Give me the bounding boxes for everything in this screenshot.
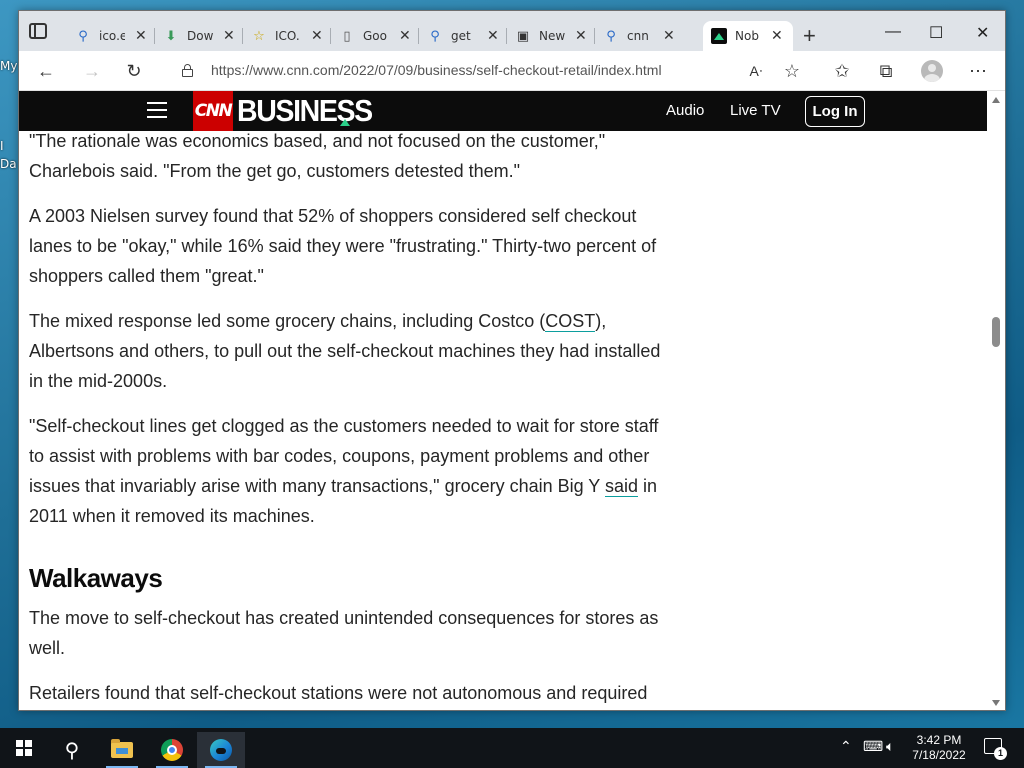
tab-1[interactable]: ⚲ ico.e ✕ <box>67 21 155 51</box>
logo-triangle-icon <box>340 119 350 126</box>
scroll-down-icon[interactable] <box>992 700 1000 706</box>
scroll-up-icon[interactable] <box>992 97 1000 103</box>
system-clock[interactable]: 3:42 PM 7/18/2022 <box>904 733 974 763</box>
document-icon: ▯ <box>343 28 351 44</box>
profile-icon[interactable] <box>921 60 943 82</box>
desktop-icon-label-2[interactable]: I <box>0 139 4 153</box>
web-page: "The rationale was economics based, and … <box>19 91 989 710</box>
tab-label: cnn <box>627 29 649 43</box>
tab-4[interactable]: ▯ Goo ✕ <box>331 21 419 51</box>
paragraph: "The rationale was economics based, and … <box>29 131 606 181</box>
notification-badge: 1 <box>994 747 1007 760</box>
add-favorite-icon[interactable]: ☆ <box>781 60 803 82</box>
nav-live-tv[interactable]: Live TV <box>730 102 781 119</box>
tab-7[interactable]: ⚲ cnn ✕ <box>595 21 683 51</box>
paragraph: Retailers found that self-checkout stati… <box>29 683 648 703</box>
paragraph: The move to self-checkout has created un… <box>29 608 659 658</box>
tab-label: Goo <box>363 29 387 43</box>
tab-label: ICO. <box>275 29 300 43</box>
close-icon[interactable]: ✕ <box>399 28 411 44</box>
close-icon[interactable]: ✕ <box>311 28 323 44</box>
forward-icon[interactable]: → <box>81 60 103 82</box>
page-scrollbar[interactable] <box>987 91 1005 710</box>
stock-link-cost[interactable]: COST <box>545 311 596 332</box>
tab-actions-icon[interactable] <box>29 23 47 39</box>
cnn-logo-text: CNN <box>193 91 233 131</box>
scroll-thumb[interactable] <box>992 317 1000 347</box>
tab-6[interactable]: ▣ New ✕ <box>507 21 595 51</box>
close-icon[interactable]: ✕ <box>663 28 675 44</box>
clock-date: 7/18/2022 <box>912 748 966 762</box>
windows-start-icon[interactable] <box>16 740 32 756</box>
close-window-icon[interactable]: ✕ <box>976 23 989 43</box>
close-icon[interactable]: ✕ <box>771 28 783 44</box>
paragraph: A 2003 Nielsen survey found that 52% of … <box>29 206 657 286</box>
tab-label: get <box>451 29 471 43</box>
desktop-icon-label-3[interactable]: Da <box>0 157 17 171</box>
nav-audio[interactable]: Audio <box>666 102 704 119</box>
section-heading: Walkaways <box>29 563 163 593</box>
new-tab-button[interactable]: + <box>803 25 816 47</box>
cnn-business-icon <box>711 28 727 44</box>
new-tab-icon: ▣ <box>516 28 530 44</box>
close-icon[interactable]: ✕ <box>223 28 235 44</box>
close-icon[interactable]: ✕ <box>135 28 147 44</box>
tab-label: ico.e <box>99 29 125 43</box>
paragraph: The mixed response led some grocery chai… <box>29 311 661 391</box>
search-icon[interactable]: ⚲ <box>48 732 96 768</box>
edge-icon[interactable] <box>197 732 245 768</box>
search-icon: ⚲ <box>606 28 616 44</box>
tab-label: New <box>539 29 565 43</box>
clock-time: 3:42 PM <box>916 733 962 747</box>
maximize-icon[interactable]: ☐ <box>929 23 943 43</box>
favorites-icon[interactable]: ✩ <box>831 60 853 82</box>
paragraph: "Self-checkout lines get clogged as the … <box>29 416 659 526</box>
search-icon: ⚲ <box>78 28 88 44</box>
menu-icon[interactable] <box>147 101 167 119</box>
taskbar: ⚲ ⌃ ⌨ 🔈︎ 3:42 PM 7/18/2022 1 <box>0 728 1024 768</box>
source-link-said[interactable]: said <box>605 476 639 497</box>
collections-icon[interactable]: ⧉ <box>875 60 897 82</box>
volume-icon[interactable]: 🔈︎ <box>886 738 894 755</box>
chrome-icon[interactable] <box>148 732 196 768</box>
tab-5[interactable]: ⚲ get ✕ <box>419 21 507 51</box>
minimize-icon[interactable]: — <box>885 23 901 41</box>
close-icon[interactable]: ✕ <box>575 28 587 44</box>
network-icon[interactable]: ⌨ <box>863 738 883 755</box>
tab-active[interactable]: Nob ✕ <box>703 21 793 51</box>
tab-3[interactable]: ☆ ICO. ✕ <box>243 21 331 51</box>
tab-label: Dow <box>187 29 213 43</box>
more-icon[interactable]: ⋯ <box>967 60 989 82</box>
search-icon: ⚲ <box>430 28 440 44</box>
show-hidden-icons[interactable]: ⌃ <box>840 738 852 755</box>
back-icon[interactable]: ← <box>35 60 57 82</box>
read-aloud-icon[interactable]: Aᐧ <box>745 60 767 82</box>
tab-2[interactable]: ⬇ Dow ✕ <box>155 21 243 51</box>
browser-window: ⚲ ico.e ✕ ⬇ Dow ✕ ☆ ICO. ✕ ▯ Goo ✕ ⚲ get… <box>18 10 1006 711</box>
article-body: "The rationale was economics based, and … <box>29 126 669 710</box>
tab-label: Nob <box>735 29 759 43</box>
star-icon: ☆ <box>253 28 265 44</box>
close-icon[interactable]: ✕ <box>487 28 499 44</box>
file-explorer-icon[interactable] <box>98 732 146 768</box>
tab-strip: ⚲ ico.e ✕ ⬇ Dow ✕ ☆ ICO. ✕ ▯ Goo ✕ ⚲ get… <box>19 11 1005 51</box>
business-logo-text: BUSINESS <box>237 93 373 128</box>
address-bar[interactable]: https://www.cnn.com/2022/07/09/business/… <box>211 62 662 78</box>
cnn-business-logo[interactable]: CNN BUSINESS <box>193 91 383 131</box>
desktop-icon-label-1[interactable]: My <box>0 59 17 73</box>
login-button[interactable]: Log In <box>805 96 865 127</box>
refresh-icon[interactable]: ↻ <box>123 60 145 82</box>
cnn-header: CNN BUSINESS Audio Live TV Log In <box>19 91 989 131</box>
lock-icon[interactable] <box>182 64 193 77</box>
download-icon: ⬇ <box>165 28 177 44</box>
browser-toolbar: ← → ↻ https://www.cnn.com/2022/07/09/bus… <box>19 51 1005 91</box>
